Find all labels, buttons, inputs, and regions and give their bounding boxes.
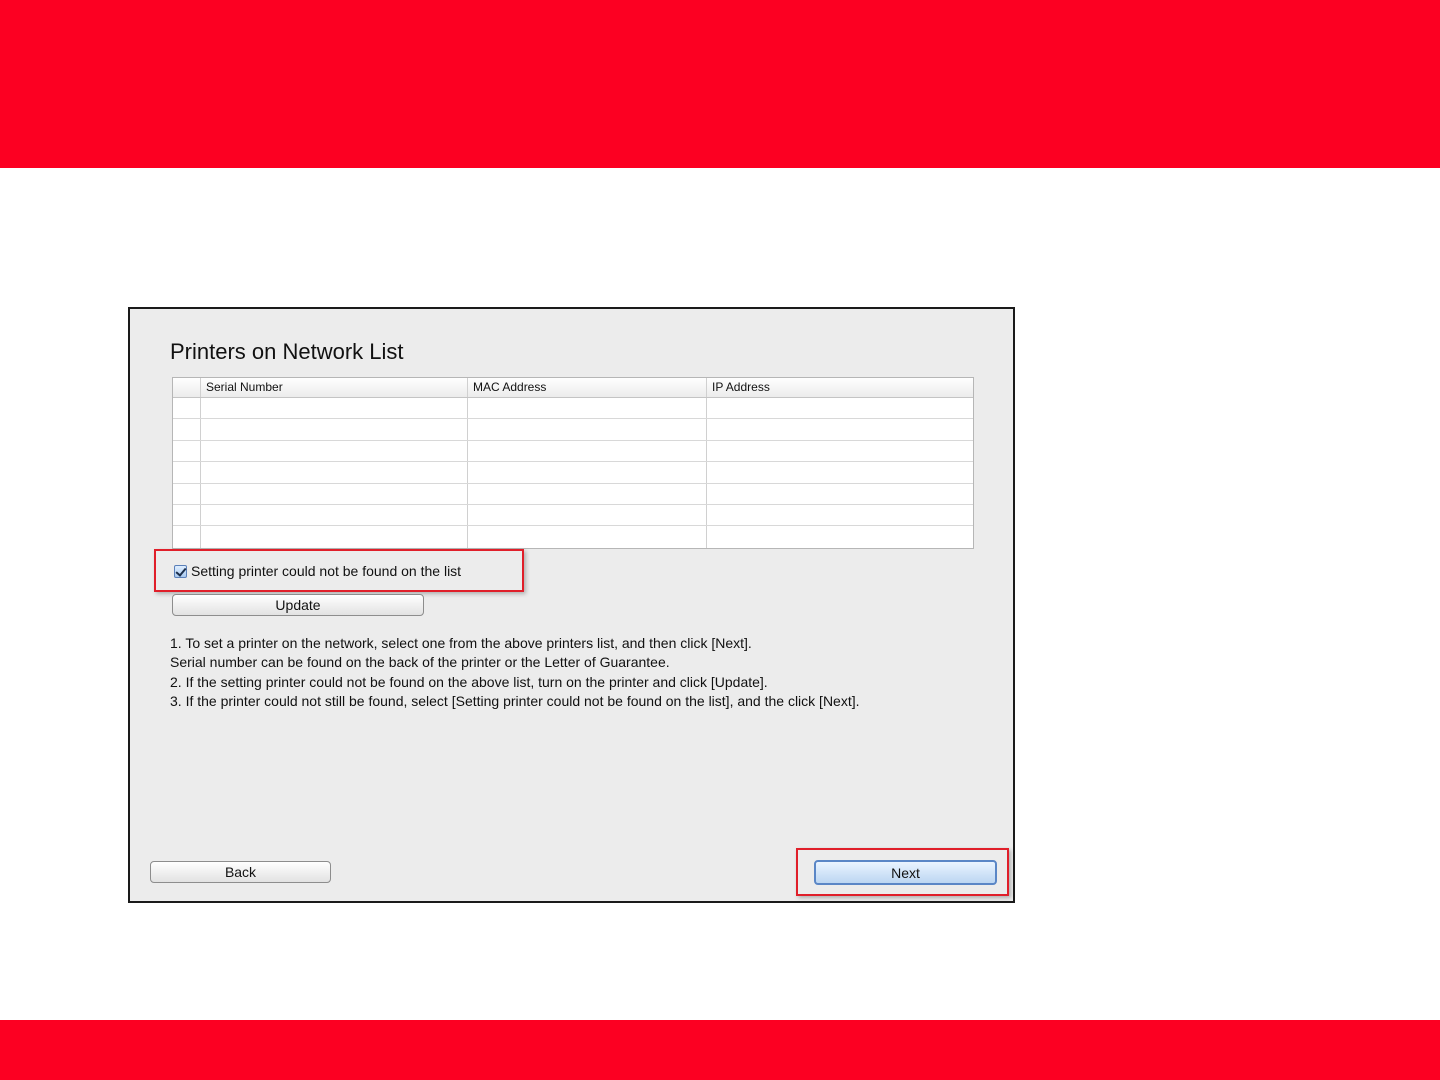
table-cell	[173, 440, 201, 462]
instruction-line: 1. To set a printer on the network, sele…	[170, 635, 752, 651]
table-row[interactable]	[173, 483, 973, 505]
dialog-title: Printers on Network List	[170, 339, 404, 364]
table-cell	[201, 504, 468, 526]
table-cell	[173, 483, 201, 504]
next-button[interactable]: Next	[814, 860, 997, 885]
table-cell	[201, 526, 468, 548]
instruction-line: 2. If the setting printer could not be f…	[170, 673, 768, 690]
not-found-checkbox[interactable]	[174, 565, 187, 578]
table-cell	[707, 484, 973, 504]
table-cell	[468, 462, 707, 483]
table-cell	[468, 483, 707, 504]
not-found-checkbox-label[interactable]: Setting printer could not be found on th…	[191, 563, 461, 579]
column-header-serial-number[interactable]: Serial Number	[201, 378, 468, 397]
top-red-banner	[0, 0, 1440, 168]
table-cell	[468, 504, 707, 526]
table-cell	[468, 440, 707, 462]
instruction-line: Serial number can be found on the back o…	[170, 654, 670, 671]
table-header: Serial Number MAC Address IP Address	[173, 378, 973, 398]
column-header-mac-address[interactable]: MAC Address	[468, 378, 707, 397]
table-cell	[173, 504, 201, 526]
table-cell	[707, 526, 973, 547]
table-row[interactable]	[173, 419, 973, 441]
table-cell	[707, 419, 973, 439]
table-row[interactable]	[173, 504, 973, 527]
bottom-red-banner	[0, 1020, 1440, 1080]
table-cell	[201, 462, 468, 483]
back-button[interactable]: Back	[150, 861, 331, 883]
table-cell	[707, 462, 973, 482]
table-cell	[173, 398, 201, 419]
table-cell	[707, 441, 973, 461]
table-cell	[201, 398, 468, 419]
table-cell	[468, 419, 707, 440]
table-cell	[173, 419, 201, 440]
table-cell	[468, 526, 707, 548]
table-cell	[468, 398, 707, 419]
table-cell	[707, 505, 973, 525]
column-header-ip-address[interactable]: IP Address	[707, 378, 973, 397]
instruction-line: 3. If the printer could not still be fou…	[170, 692, 860, 709]
table-cell	[201, 419, 468, 440]
table-row[interactable]	[173, 440, 973, 463]
table-row[interactable]	[173, 462, 973, 484]
instructions-text: 1. To set a printer on the network, sele…	[170, 634, 960, 711]
table-row[interactable]	[173, 526, 973, 548]
column-header-select[interactable]	[173, 378, 201, 397]
table-cell	[173, 526, 201, 548]
table-row[interactable]	[173, 398, 973, 420]
printer-list-table[interactable]: Serial Number MAC Address IP Address	[172, 377, 974, 549]
table-cell	[707, 398, 973, 418]
table-cell	[173, 462, 201, 483]
update-button[interactable]: Update	[172, 594, 424, 616]
table-cell	[201, 440, 468, 462]
table-cell	[201, 483, 468, 504]
printers-network-dialog: Printers on Network List Serial Number M…	[128, 307, 1015, 903]
